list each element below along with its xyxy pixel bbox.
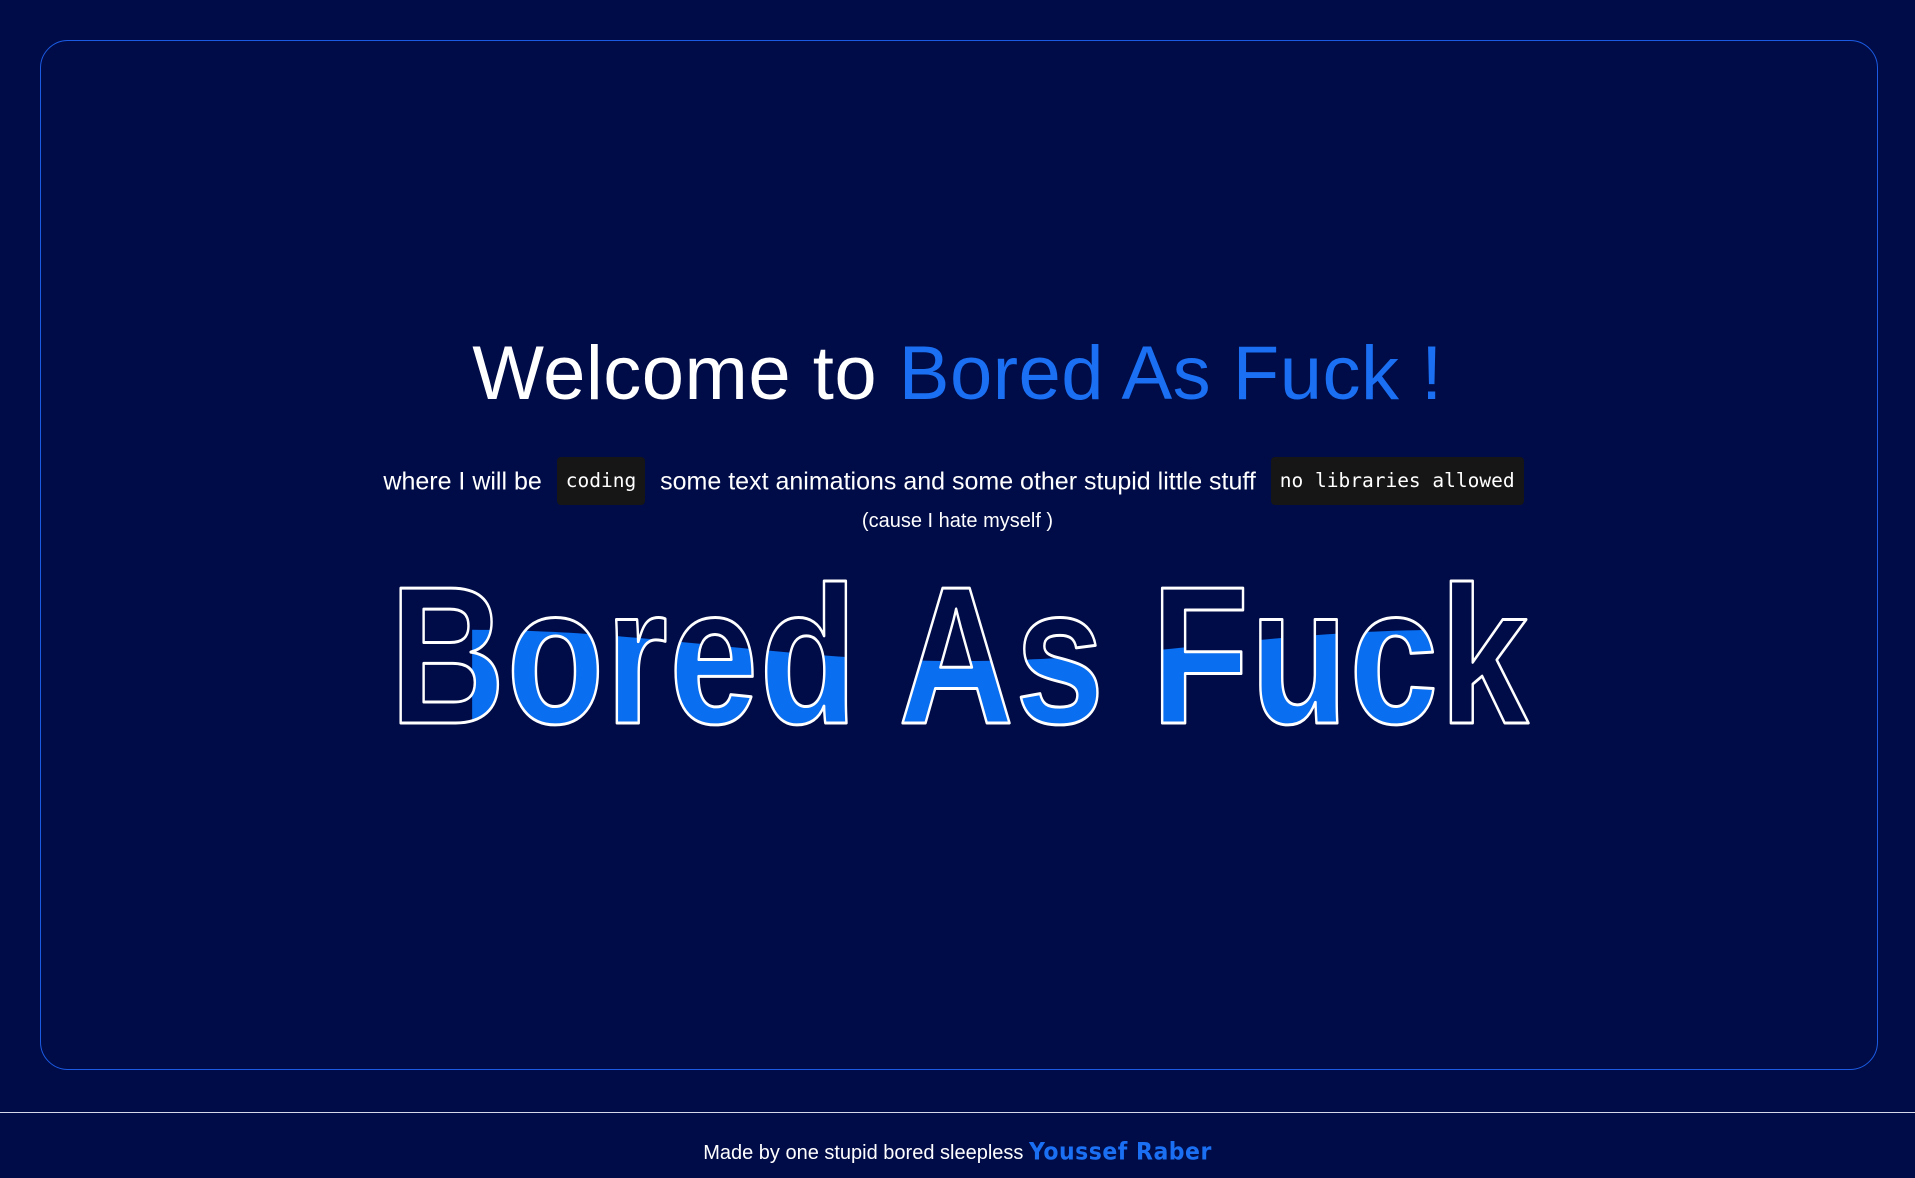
welcome-brand: Bored As Fuck !: [898, 331, 1443, 416]
coding-chip: coding: [556, 457, 646, 506]
page-title: Welcome to Bored As Fuck !: [0, 332, 1915, 416]
wave-title: Bored As Fuck Bored As Fuck: [389, 544, 1530, 766]
aside-note: (cause I hate myself ): [861, 510, 1054, 532]
no-libraries-chip: no libraries allowed: [1270, 457, 1524, 506]
footer-prefix: Made by one stupid bored sleepless: [703, 1142, 1024, 1164]
wave-title-outline: Bored As Fuck: [390, 545, 1530, 764]
subtitle-text-middle: some text animations and some other stup…: [660, 467, 1256, 496]
welcome-prefix: Welcome to: [472, 331, 878, 416]
wave-title-letters: Bored As Fuck Bored As Fuck: [389, 544, 1530, 766]
subtitle: where I will be coding some text animati…: [0, 455, 1915, 506]
subtitle-text-before: where I will be: [383, 467, 542, 496]
footer-divider: [0, 1112, 1915, 1113]
footer: Made by one stupid bored sleepless Youss…: [0, 1139, 1915, 1167]
author-name: Youssef Raber: [1028, 1138, 1212, 1167]
